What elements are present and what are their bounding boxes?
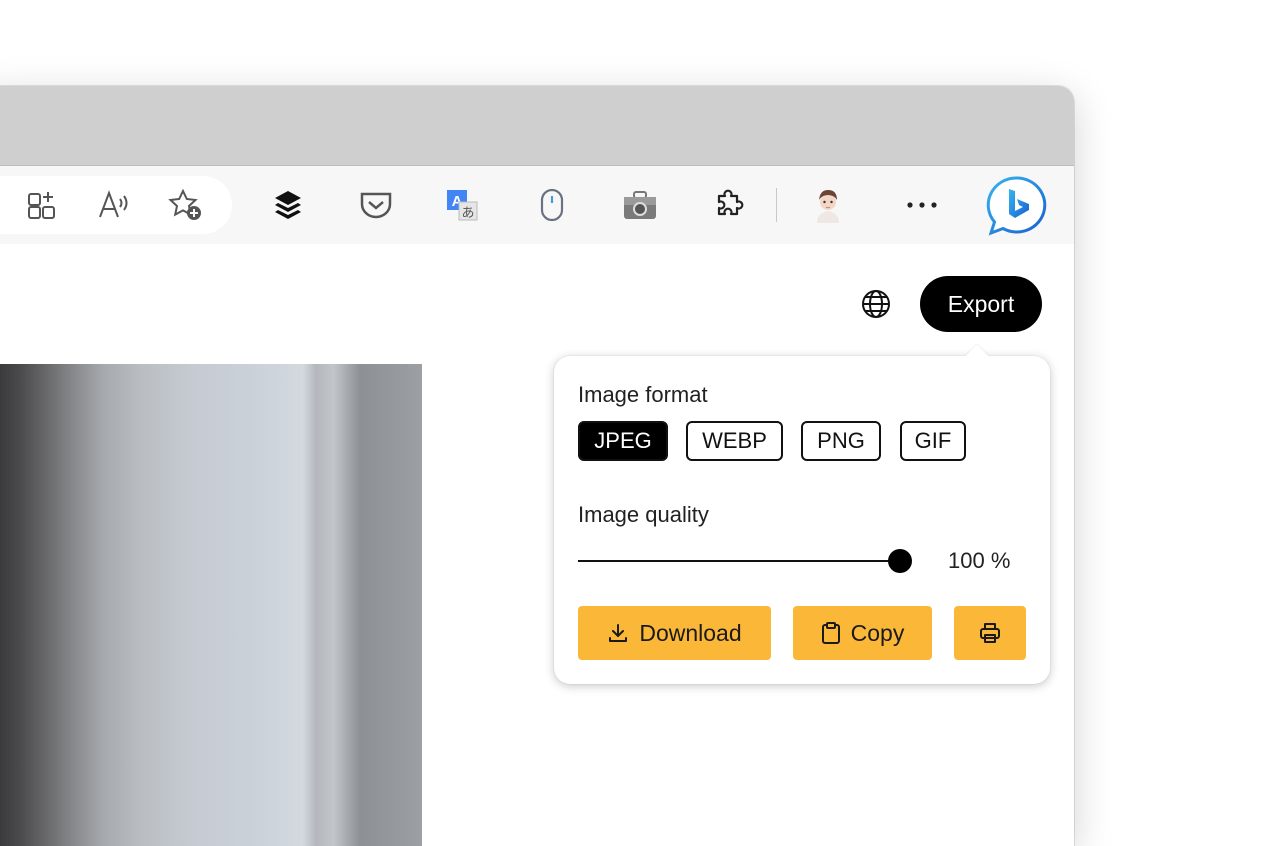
browser-toolbar: A あ [0, 165, 1074, 245]
pocket-extension-icon[interactable] [356, 185, 396, 225]
quality-slider-track[interactable] [578, 560, 900, 562]
extensions-icon[interactable] [708, 185, 748, 225]
svg-text:あ: あ [461, 206, 474, 221]
copy-label: Copy [850, 619, 905, 646]
quality-slider-thumb[interactable] [888, 549, 912, 573]
download-label: Download [639, 619, 742, 646]
clipboard-icon [821, 622, 840, 644]
more-menu-icon[interactable] [902, 185, 942, 225]
format-option-jpeg[interactable]: JPEG [578, 421, 668, 461]
toolbar-separator [776, 188, 777, 222]
export-button[interactable]: Export [920, 276, 1042, 332]
download-icon [609, 624, 628, 642]
page-content: Export Image format JPEG WEBP PNG GIF Im… [0, 244, 1074, 846]
image-format-title: Image format [578, 382, 708, 407]
add-favorite-icon[interactable] [166, 185, 206, 225]
format-option-webp[interactable]: WEBP [686, 421, 783, 461]
tab-strip [0, 86, 1074, 165]
format-option-png[interactable]: PNG [801, 421, 881, 461]
add-tab-group-icon[interactable] [22, 185, 62, 225]
screenshot-extension-icon[interactable] [620, 185, 660, 225]
translate-extension-icon[interactable]: A あ [442, 185, 482, 225]
printer-icon [980, 623, 1000, 643]
page-image [0, 364, 422, 846]
language-globe-icon[interactable] [858, 286, 894, 322]
image-quality-title: Image quality [578, 502, 709, 527]
download-button[interactable]: Download [578, 606, 771, 660]
quality-value: 100 % [948, 548, 1011, 573]
export-panel: Image format JPEG WEBP PNG GIF Image qua… [554, 356, 1050, 684]
buffer-extension-icon[interactable] [268, 185, 308, 225]
bing-copilot-icon[interactable] [986, 175, 1048, 237]
mouse-extension-icon[interactable] [532, 185, 572, 225]
read-aloud-icon[interactable] [94, 185, 134, 225]
profile-avatar[interactable] [808, 185, 848, 225]
print-button[interactable] [954, 606, 1026, 660]
format-option-gif[interactable]: GIF [900, 421, 966, 461]
copy-button[interactable]: Copy [793, 606, 932, 660]
browser-window: A あ Export Image format JPEG WEBP PNG GI… [0, 86, 1074, 846]
